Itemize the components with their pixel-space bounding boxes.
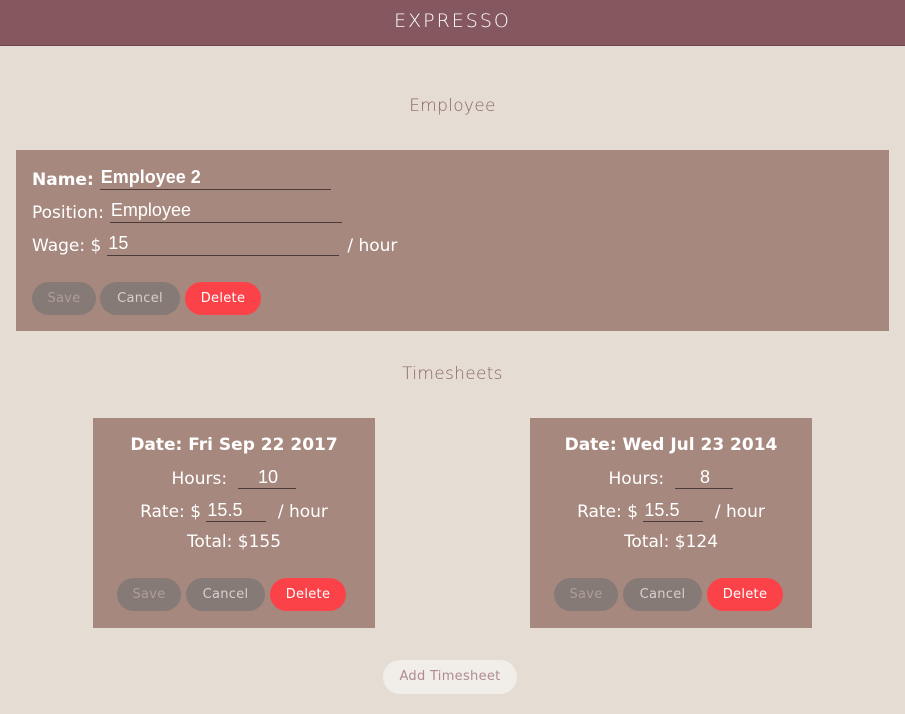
employee-cancel-button[interactable]: Cancel bbox=[100, 282, 180, 315]
timesheet-delete-button[interactable]: Delete bbox=[707, 578, 783, 611]
rate-input[interactable]: 15.5 bbox=[206, 499, 267, 522]
add-timesheet-button[interactable]: Add Timesheet bbox=[383, 660, 517, 694]
rate-suffix: / hour bbox=[277, 502, 328, 522]
hours-label: Hours: bbox=[608, 469, 665, 489]
total-label: Total: bbox=[623, 532, 670, 552]
timesheet-card: Date: Wed Jul 23 2014 Hours: 8 Rate: $ 1… bbox=[530, 418, 812, 628]
employee-card: Name: Employee 2 Position: Employee Wage… bbox=[16, 150, 889, 331]
timesheet-cancel-button[interactable]: Cancel bbox=[623, 578, 702, 611]
timesheet-date: Date: Fri Sep 22 2017 bbox=[130, 435, 338, 455]
timesheet-cancel-button[interactable]: Cancel bbox=[186, 578, 265, 611]
name-row: Name: Employee 2 bbox=[32, 164, 331, 190]
timesheet-hours-row: Hours: 10 bbox=[93, 466, 375, 489]
rate-label: Rate: $ bbox=[577, 502, 639, 522]
timesheet-hours-row: Hours: 8 bbox=[530, 466, 812, 489]
wage-row: Wage: $ 15 / hour bbox=[32, 230, 397, 256]
timesheet-total-row: Total: $124 bbox=[530, 532, 812, 552]
rate-suffix: / hour bbox=[714, 502, 765, 522]
timesheet-rate-row: Rate: $ 15.5 / hour bbox=[93, 499, 375, 522]
employee-section-title: Employee bbox=[409, 96, 496, 116]
position-row: Position: Employee bbox=[32, 197, 342, 223]
employee-delete-button[interactable]: Delete bbox=[185, 282, 261, 315]
timesheet-date: Date: Wed Jul 23 2014 bbox=[564, 435, 778, 455]
hours-input[interactable]: 8 bbox=[675, 466, 734, 489]
timesheet-total-row: Total: $155 bbox=[93, 532, 375, 552]
wage-input[interactable]: 15 bbox=[107, 232, 340, 256]
wage-suffix: / hour bbox=[347, 236, 398, 256]
timesheet-save-button[interactable]: Save bbox=[117, 578, 181, 611]
top-bar: EXPRESSO bbox=[0, 0, 905, 46]
timesheet-card: Date: Fri Sep 22 2017 Hours: 10 Rate: $ … bbox=[93, 418, 375, 628]
rate-label: Rate: $ bbox=[140, 502, 202, 522]
hours-input[interactable]: 10 bbox=[238, 466, 297, 489]
total-label: Total: bbox=[186, 532, 233, 552]
timesheets-section-title: Timesheets bbox=[402, 364, 503, 384]
name-input[interactable]: Employee 2 bbox=[99, 166, 331, 190]
brand-logo[interactable]: EXPRESSO bbox=[0, 0, 905, 42]
timesheet-rate-row: Rate: $ 15.5 / hour bbox=[530, 499, 812, 522]
position-label: Position: bbox=[32, 203, 104, 223]
timesheet-delete-button[interactable]: Delete bbox=[270, 578, 346, 611]
rate-input[interactable]: 15.5 bbox=[643, 499, 704, 522]
employee-save-button[interactable]: Save bbox=[32, 282, 96, 315]
position-input[interactable]: Employee bbox=[109, 199, 342, 223]
total-value: $155 bbox=[237, 532, 282, 552]
name-label: Name: bbox=[32, 170, 94, 190]
total-value: $124 bbox=[674, 532, 719, 552]
timesheet-save-button[interactable]: Save bbox=[554, 578, 618, 611]
wage-label: Wage: $ bbox=[32, 236, 102, 256]
hours-label: Hours: bbox=[171, 469, 228, 489]
